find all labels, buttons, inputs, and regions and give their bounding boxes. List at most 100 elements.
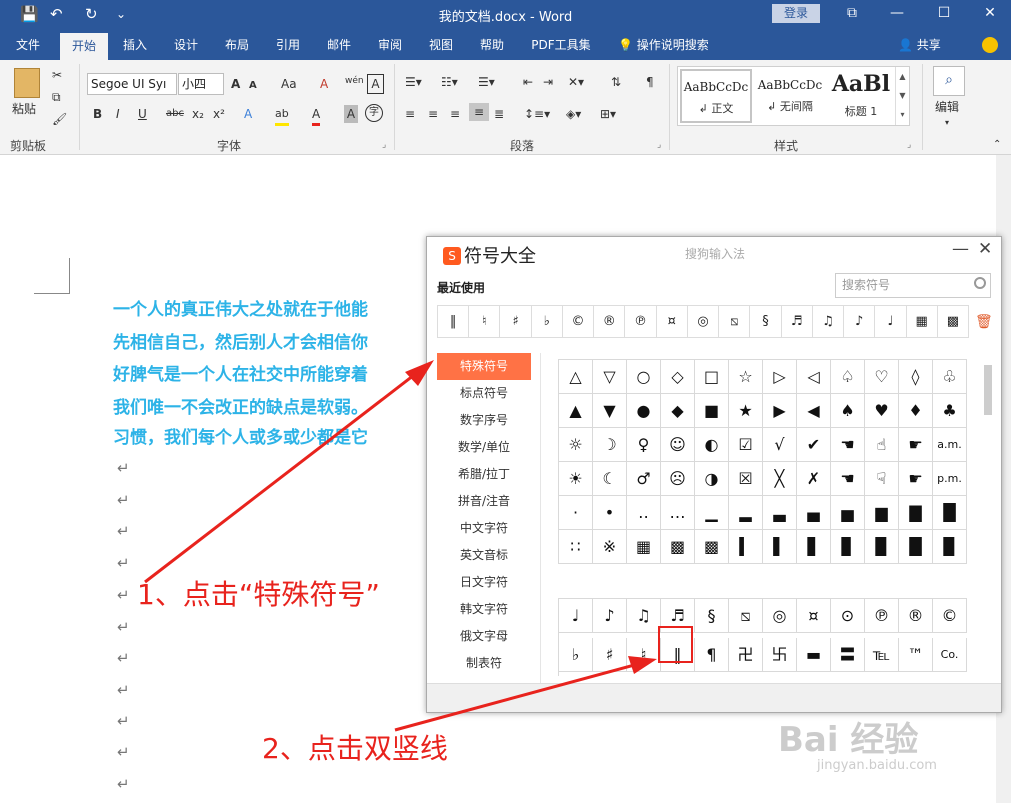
category-special-symbols[interactable]: 特殊符号 bbox=[437, 353, 531, 380]
recent-symbol[interactable]: ‖ bbox=[438, 306, 470, 337]
phonetic-guide-icon[interactable]: wén bbox=[345, 72, 364, 90]
font-dialog-launcher-icon[interactable]: ⌟ bbox=[382, 140, 386, 150]
symbol-cell[interactable]: ℗ bbox=[865, 599, 899, 633]
symbol-cell[interactable]: ☀ bbox=[559, 462, 593, 496]
symbol-cell[interactable]: ☆ bbox=[729, 360, 763, 394]
symbol-cell[interactable]: 卍 bbox=[729, 637, 763, 672]
symbol-cell[interactable]: a.m. bbox=[933, 428, 967, 462]
tab-layout[interactable]: 布局 bbox=[217, 30, 257, 60]
symbol-cell[interactable]: ▌ bbox=[763, 530, 797, 564]
tab-pdf-tools[interactable]: PDF工具集 bbox=[525, 30, 597, 60]
symbol-cell[interactable]: ☚ bbox=[831, 428, 865, 462]
login-button[interactable]: 登录 bbox=[772, 4, 820, 23]
scrollbar-thumb[interactable] bbox=[984, 365, 992, 415]
symbol-cell[interactable]: · bbox=[559, 496, 593, 530]
symbol-cell[interactable]: ♤ bbox=[831, 360, 865, 394]
dialog-minimize-button[interactable]: — bbox=[952, 239, 969, 259]
shrink-font-icon[interactable]: A bbox=[249, 77, 257, 95]
category-russian[interactable]: 俄文字母 bbox=[437, 623, 531, 650]
category-numbers[interactable]: 数字序号 bbox=[437, 407, 531, 434]
paragraph-line[interactable]: 一个人的真正伟大之处就在于他能 bbox=[113, 300, 368, 320]
paste-icon[interactable] bbox=[14, 68, 40, 98]
increase-indent-icon[interactable]: ⇥ bbox=[543, 73, 553, 91]
borders-icon[interactable]: ⊞▾ bbox=[600, 105, 616, 123]
align-right-icon[interactable]: ≡ bbox=[450, 105, 460, 123]
smiley-icon[interactable] bbox=[982, 37, 998, 53]
text-effects-icon[interactable]: A bbox=[244, 105, 252, 123]
category-greek-latin[interactable]: 希腊/拉丁 bbox=[437, 461, 531, 488]
paragraph-dialog-launcher-icon[interactable]: ⌟ bbox=[657, 140, 661, 150]
recent-symbol[interactable]: ♪ bbox=[844, 306, 876, 337]
symbol-cell[interactable]: ▼ bbox=[593, 394, 627, 428]
symbol-cell[interactable]: ¤ bbox=[797, 599, 831, 633]
clear-format-icon[interactable]: A bbox=[320, 75, 328, 93]
symbol-cell[interactable]: ▩ bbox=[695, 530, 729, 564]
strikethrough-button[interactable]: abc bbox=[166, 105, 184, 123]
sort-icon[interactable]: ⇅ bbox=[611, 73, 621, 91]
symbol-cell[interactable]: ☼ bbox=[559, 428, 593, 462]
char-border-icon[interactable]: A bbox=[367, 74, 384, 94]
symbol-cell[interactable]: ▅ bbox=[831, 496, 865, 530]
char-shading-icon[interactable]: A bbox=[344, 105, 358, 123]
symbol-cell[interactable]: Co. bbox=[933, 637, 967, 672]
symbol-cell[interactable]: ◊ bbox=[899, 360, 933, 394]
styles-dialog-launcher-icon[interactable]: ⌟ bbox=[907, 140, 911, 150]
share-button[interactable]: 👤 共享 bbox=[898, 30, 941, 60]
symbol-cell[interactable]: ○ bbox=[627, 360, 661, 394]
tell-me-search[interactable]: 💡 操作说明搜索 bbox=[618, 30, 709, 60]
search-icon[interactable] bbox=[974, 277, 986, 289]
enclose-char-icon[interactable]: 字 bbox=[365, 104, 383, 122]
tab-file[interactable]: 文件 bbox=[8, 30, 48, 60]
align-left-icon[interactable]: ≡ bbox=[405, 105, 415, 123]
symbol-cell[interactable]: ◇ bbox=[661, 360, 695, 394]
change-case-icon[interactable]: Aa bbox=[281, 75, 297, 93]
symbol-cell[interactable]: ╳ bbox=[763, 462, 797, 496]
paragraph-line[interactable]: 我们唯一不会改正的缺点是软弱。 bbox=[113, 398, 368, 418]
symbol-cell[interactable]: ▃ bbox=[763, 496, 797, 530]
highlight-icon[interactable]: ab bbox=[275, 105, 289, 126]
symbol-cell[interactable]: ◀ bbox=[797, 394, 831, 428]
symbol-cell[interactable]: ☛ bbox=[899, 462, 933, 496]
category-pinyin[interactable]: 拼音/注音 bbox=[437, 488, 531, 515]
symbol-cell[interactable]: ♠ bbox=[831, 394, 865, 428]
symbol-cell[interactable]: ✔ bbox=[797, 428, 831, 462]
copy-icon[interactable]: ⧉ bbox=[52, 88, 61, 106]
bullets-icon[interactable]: ☰▾ bbox=[405, 73, 422, 91]
symbol-cell[interactable]: 〓 bbox=[831, 637, 865, 672]
tab-home[interactable]: 开始 bbox=[60, 33, 108, 60]
recent-symbol[interactable]: ▩ bbox=[938, 306, 968, 337]
category-phonetic[interactable]: 英文音标 bbox=[437, 542, 531, 569]
symbol-cell[interactable]: ☑ bbox=[729, 428, 763, 462]
symbol-cell[interactable]: ☺ bbox=[661, 428, 695, 462]
recent-symbol[interactable]: ♬ bbox=[782, 306, 813, 337]
decrease-indent-icon[interactable]: ⇤ bbox=[523, 73, 533, 91]
recent-symbol[interactable]: © bbox=[563, 306, 595, 337]
symbol-cell[interactable]: ※ bbox=[593, 530, 627, 564]
minimize-button[interactable]: — bbox=[877, 2, 917, 26]
recent-symbol[interactable]: ◎ bbox=[688, 306, 720, 337]
symbol-cell[interactable]: ⧅ bbox=[729, 599, 763, 633]
symbol-cell[interactable]: 卐 bbox=[763, 637, 797, 672]
symbol-cell[interactable]: p.m. bbox=[933, 462, 967, 496]
recent-symbol[interactable]: ♯ bbox=[500, 306, 532, 337]
symbol-cell[interactable]: ® bbox=[899, 599, 933, 633]
style-no-spacing[interactable]: AaBbCcDc ↲ 无间隔 bbox=[754, 69, 826, 123]
symbol-cell[interactable]: △ bbox=[559, 360, 593, 394]
recent-symbol[interactable]: § bbox=[750, 306, 782, 337]
symbol-cell[interactable]: ▷ bbox=[763, 360, 797, 394]
format-painter-icon[interactable]: 🖌 bbox=[52, 110, 67, 128]
symbol-cell[interactable]: █ bbox=[899, 530, 933, 564]
tab-insert[interactable]: 插入 bbox=[115, 30, 155, 60]
symbol-cell[interactable]: ◁ bbox=[797, 360, 831, 394]
symbol-cell[interactable]: ◐ bbox=[695, 428, 729, 462]
symbol-grid-scrollbar[interactable] bbox=[983, 353, 993, 675]
symbol-cell[interactable]: □ bbox=[695, 360, 729, 394]
tab-design[interactable]: 设计 bbox=[166, 30, 206, 60]
recent-symbol[interactable]: ¤ bbox=[657, 306, 688, 337]
category-korean[interactable]: 韩文字符 bbox=[437, 596, 531, 623]
symbol-cell[interactable]: ☝ bbox=[865, 428, 899, 462]
symbol-cell[interactable]: ♭ bbox=[559, 637, 593, 672]
symbol-cell[interactable]: ♦ bbox=[899, 394, 933, 428]
paragraph-line[interactable]: 习惯，我们每个人或多或少都是它 bbox=[113, 428, 368, 448]
style-heading-1[interactable]: AaBl 标题 1 bbox=[828, 69, 894, 123]
